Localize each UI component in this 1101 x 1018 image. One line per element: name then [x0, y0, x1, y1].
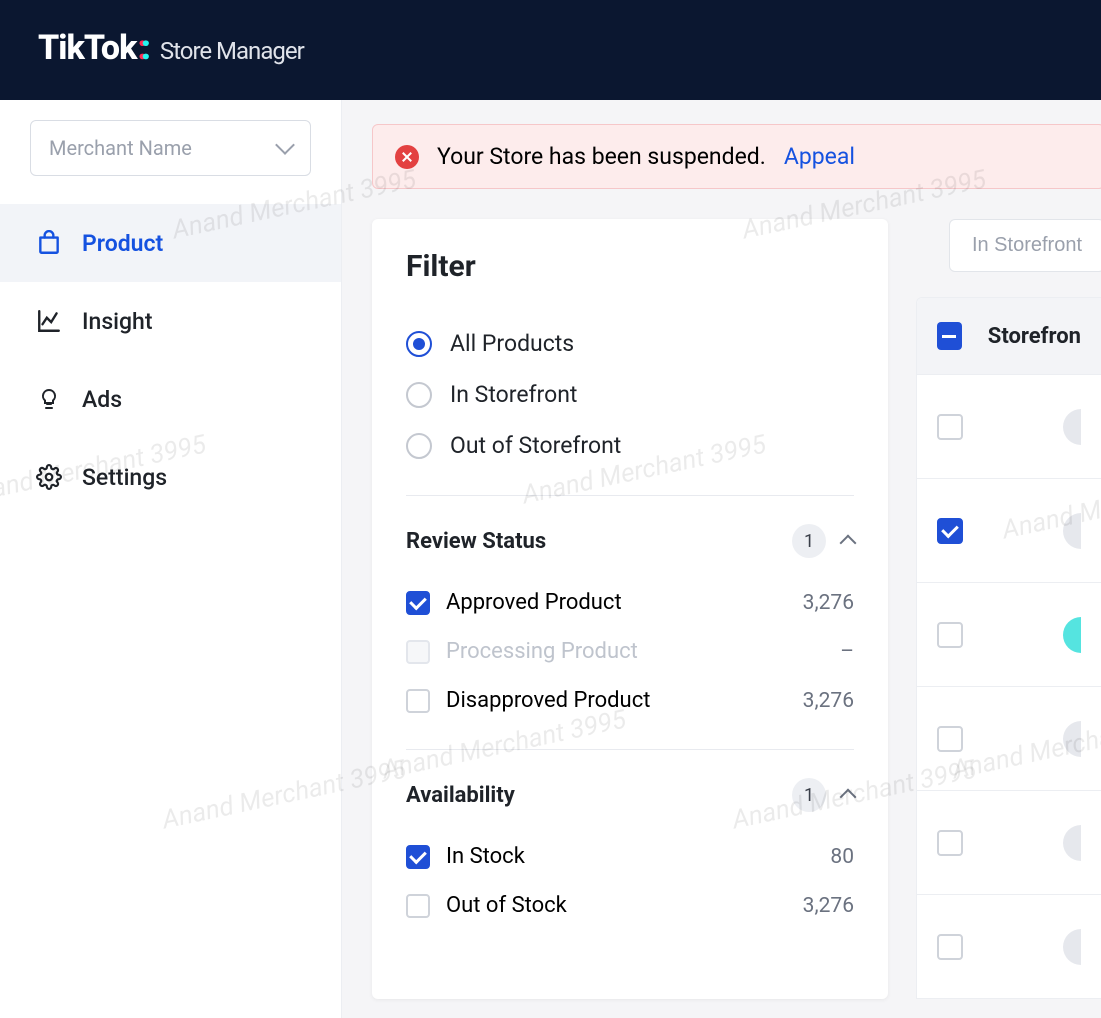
filter-option-out-of-storefront[interactable]: Out of Storefront — [406, 420, 854, 471]
row-checkbox[interactable] — [937, 726, 963, 752]
divider — [406, 495, 854, 496]
check-count: – — [840, 640, 854, 664]
check-label: Processing Product — [446, 639, 638, 664]
divider — [406, 749, 854, 750]
brand-colon-icon: : — [141, 28, 150, 68]
in-storefront-button[interactable]: In Storefront — [949, 219, 1101, 272]
table-row[interactable] — [917, 894, 1101, 998]
sidebar-item-label: Product — [82, 230, 163, 257]
storefront-toggle[interactable] — [1063, 409, 1081, 445]
sidebar: Merchant Name Product Insight Ads Se — [0, 100, 342, 1018]
table-row[interactable] — [917, 374, 1101, 478]
suspension-alert: Your Store has been suspended. Appeal — [372, 124, 1101, 189]
table-row[interactable] — [917, 686, 1101, 790]
radio-icon — [406, 433, 432, 459]
chart-icon — [36, 308, 62, 334]
select-all-checkbox[interactable] — [937, 322, 962, 350]
filter-option-all-products[interactable]: All Products — [406, 318, 854, 369]
table-header: Storefron — [917, 298, 1101, 374]
check-count: 3,276 — [803, 894, 854, 918]
app-header: TikTok:: Store Manager — [0, 0, 1101, 100]
storefront-toggle[interactable] — [1063, 825, 1081, 861]
sidebar-item-settings[interactable]: Settings — [0, 438, 341, 516]
storefront-toggle[interactable] — [1063, 929, 1081, 965]
checkbox-icon — [406, 591, 430, 615]
filter-disapproved-product[interactable]: Disapproved Product 3,276 — [406, 676, 854, 725]
merchant-select-placeholder: Merchant Name — [49, 136, 192, 160]
storefront-toggle[interactable] — [1063, 617, 1081, 653]
check-count: 3,276 — [803, 689, 854, 713]
review-status-header[interactable]: Review Status 1 — [406, 524, 854, 558]
product-table-panel: In Storefront Storefron — [916, 219, 1101, 999]
gear-icon — [36, 464, 62, 490]
check-label: Approved Product — [446, 590, 622, 615]
table-row[interactable] — [917, 478, 1101, 582]
sidebar-item-product[interactable]: Product — [0, 204, 341, 282]
filter-in-stock[interactable]: In Stock 80 — [406, 832, 854, 881]
storefront-toggle[interactable] — [1063, 513, 1081, 549]
table-row[interactable] — [917, 790, 1101, 894]
sidebar-item-label: Settings — [82, 464, 167, 491]
table-row[interactable] — [917, 582, 1101, 686]
checkbox-icon — [406, 894, 430, 918]
error-icon — [395, 145, 419, 169]
filter-option-in-storefront[interactable]: In Storefront — [406, 369, 854, 420]
filter-option-label: Out of Storefront — [450, 432, 621, 459]
filter-approved-product[interactable]: Approved Product 3,276 — [406, 578, 854, 627]
availability-header[interactable]: Availability 1 — [406, 778, 854, 812]
selected-count-badge: 1 — [792, 778, 826, 812]
checkbox-icon — [406, 640, 430, 664]
storefront-toggle[interactable] — [1063, 721, 1081, 757]
bag-icon — [36, 230, 62, 256]
check-label: Disapproved Product — [446, 688, 650, 713]
filter-processing-product: Processing Product – — [406, 627, 854, 676]
brand-logo: TikTok:: Store Manager — [38, 28, 304, 68]
row-checkbox[interactable] — [937, 518, 963, 544]
section-title: Review Status — [406, 529, 546, 554]
filter-panel: Filter All Products In Storefront Out of… — [372, 219, 888, 999]
row-checkbox[interactable] — [937, 622, 963, 648]
filter-option-label: All Products — [450, 330, 574, 357]
filter-out-of-stock[interactable]: Out of Stock 3,276 — [406, 881, 854, 930]
radio-icon — [406, 331, 432, 357]
chevron-down-icon — [275, 135, 295, 155]
check-label: In Stock — [446, 844, 525, 869]
check-label: Out of Stock — [446, 893, 567, 918]
sidebar-item-label: Insight — [82, 308, 153, 335]
section-title: Availability — [406, 783, 515, 808]
merchant-select[interactable]: Merchant Name — [30, 120, 311, 176]
alert-message: Your Store has been suspended. — [437, 143, 766, 170]
sidebar-item-insight[interactable]: Insight — [0, 282, 341, 360]
selected-count-badge: 1 — [792, 524, 826, 558]
row-checkbox[interactable] — [937, 830, 963, 856]
checkbox-icon — [406, 845, 430, 869]
chevron-up-icon — [840, 535, 857, 552]
radio-icon — [406, 382, 432, 408]
chevron-up-icon — [840, 789, 857, 806]
filter-option-label: In Storefront — [450, 381, 577, 408]
product-name: Store Manager — [160, 37, 304, 65]
bulb-icon — [36, 386, 62, 412]
sidebar-item-ads[interactable]: Ads — [0, 360, 341, 438]
row-checkbox[interactable] — [937, 934, 963, 960]
filter-title: Filter — [406, 249, 854, 284]
column-header-storefront: Storefron — [988, 324, 1081, 349]
main-content: Your Store has been suspended. Appeal Fi… — [342, 100, 1101, 1018]
checkbox-icon — [406, 689, 430, 713]
sidebar-item-label: Ads — [82, 386, 122, 413]
row-checkbox[interactable] — [937, 414, 963, 440]
appeal-link[interactable]: Appeal — [784, 143, 855, 170]
brand-name: TikTok — [38, 28, 136, 68]
check-count: 3,276 — [803, 591, 854, 615]
product-table: Storefron — [916, 297, 1101, 999]
check-count: 80 — [830, 845, 854, 869]
